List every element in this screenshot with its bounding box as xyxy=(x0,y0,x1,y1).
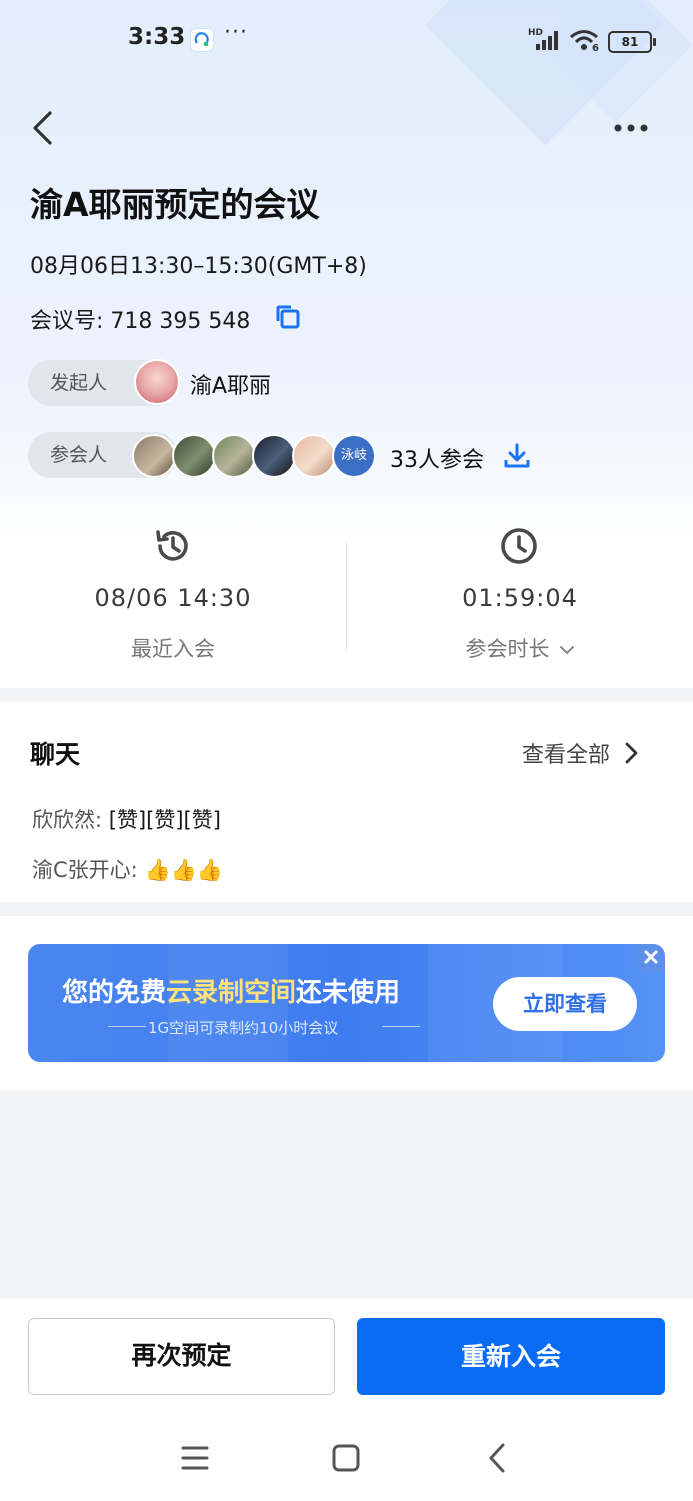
avatar xyxy=(292,434,336,478)
banner-title: 您的免费云录制空间还未使用 xyxy=(62,972,400,1009)
participant-count[interactable]: 33人参会 xyxy=(390,442,484,474)
copy-icon xyxy=(276,305,300,329)
page-title: 渝A耶丽预定的会议 xyxy=(30,185,320,224)
wifi-icon: 6 xyxy=(569,28,601,56)
home-nav-button[interactable] xyxy=(332,1444,360,1476)
copy-button[interactable] xyxy=(274,303,302,335)
banner-divider xyxy=(382,1026,420,1027)
banner-divider xyxy=(108,1026,146,1027)
chevron-down-icon xyxy=(559,646,574,655)
host-avatar[interactable] xyxy=(134,359,180,405)
history-icon xyxy=(152,525,194,571)
close-banner-button[interactable] xyxy=(637,944,665,972)
meeting-number-row: 会议号: 718 395 548 xyxy=(30,303,250,335)
meeting-number-label: 会议号: xyxy=(30,309,104,334)
download-icon xyxy=(504,443,530,468)
avatar xyxy=(212,434,256,478)
recent-join-label: 最近入会 xyxy=(131,637,215,661)
duration-label: 参会时长 xyxy=(465,637,550,661)
back-button[interactable] xyxy=(30,110,56,150)
signal-icon xyxy=(536,30,562,54)
svg-text:6: 6 xyxy=(592,43,599,52)
banner-title-pre: 您的免费 xyxy=(62,978,167,1008)
home-icon xyxy=(332,1444,360,1472)
avatar: 泳岐 xyxy=(332,434,376,478)
status-time: 3:33 xyxy=(128,24,186,50)
menu-icon xyxy=(181,1446,209,1470)
more-icon xyxy=(614,124,648,132)
chat-title-text: 聊天 xyxy=(30,740,81,769)
chat-text: 👍👍👍 xyxy=(144,858,223,882)
menu-nav-button[interactable] xyxy=(181,1445,209,1475)
banner-title-highlight: 云录制空间 xyxy=(166,978,297,1008)
close-icon xyxy=(644,950,658,964)
participant-avatars[interactable]: 泳岐 xyxy=(132,432,384,480)
duration-toggle[interactable]: 参会时长 xyxy=(400,633,640,663)
meeting-number: 718 395 548 xyxy=(110,309,251,334)
back-arrow-icon xyxy=(33,111,52,145)
chat-text: [赞][赞][赞] xyxy=(108,808,221,832)
see-all-button[interactable]: 查看全部 xyxy=(522,737,641,769)
chat-sender: 渝C张开心: xyxy=(32,858,138,882)
avatar xyxy=(132,434,176,478)
download-button[interactable] xyxy=(503,442,531,474)
status-more-icon: ··· xyxy=(224,20,248,45)
recent-join-value: 08/06 14:30 xyxy=(94,584,252,612)
back-icon xyxy=(489,1443,505,1473)
back-nav-button[interactable] xyxy=(486,1442,508,1478)
cloud-recording-banner[interactable]: 您的免费云录制空间还未使用 1G空间可录制约10小时会议 立即查看 xyxy=(28,944,665,1062)
duration-value: 01:59:04 xyxy=(462,584,578,612)
battery-icon: 81 xyxy=(608,31,656,53)
chat-message: 渝C张开心: 👍👍👍 xyxy=(32,854,223,884)
see-all-label: 查看全部 xyxy=(522,743,611,768)
banner-title-post: 还未使用 xyxy=(296,978,401,1008)
divider xyxy=(346,542,347,652)
view-now-button[interactable]: 立即查看 xyxy=(493,977,637,1031)
chat-title: 聊天 xyxy=(28,735,81,773)
rejoin-button[interactable]: 重新入会 xyxy=(357,1318,665,1395)
app-notification-icon xyxy=(190,28,214,52)
more-options-button[interactable] xyxy=(613,120,649,139)
rebook-button[interactable]: 再次预定 xyxy=(28,1318,335,1395)
chat-sender: 欣欣然: xyxy=(32,808,103,832)
avatar xyxy=(252,434,296,478)
chat-message: 欣欣然: [赞][赞][赞] xyxy=(32,804,221,834)
chevron-right-icon xyxy=(625,742,638,764)
banner-subtitle: 1G空间可录制约10小时会议 xyxy=(148,1019,339,1037)
avatar xyxy=(172,434,216,478)
clock-icon xyxy=(498,525,540,571)
host-name: 渝A耶丽 xyxy=(190,374,272,399)
meeting-time: 08月06日13:30–15:30(GMT+8) xyxy=(30,254,367,279)
